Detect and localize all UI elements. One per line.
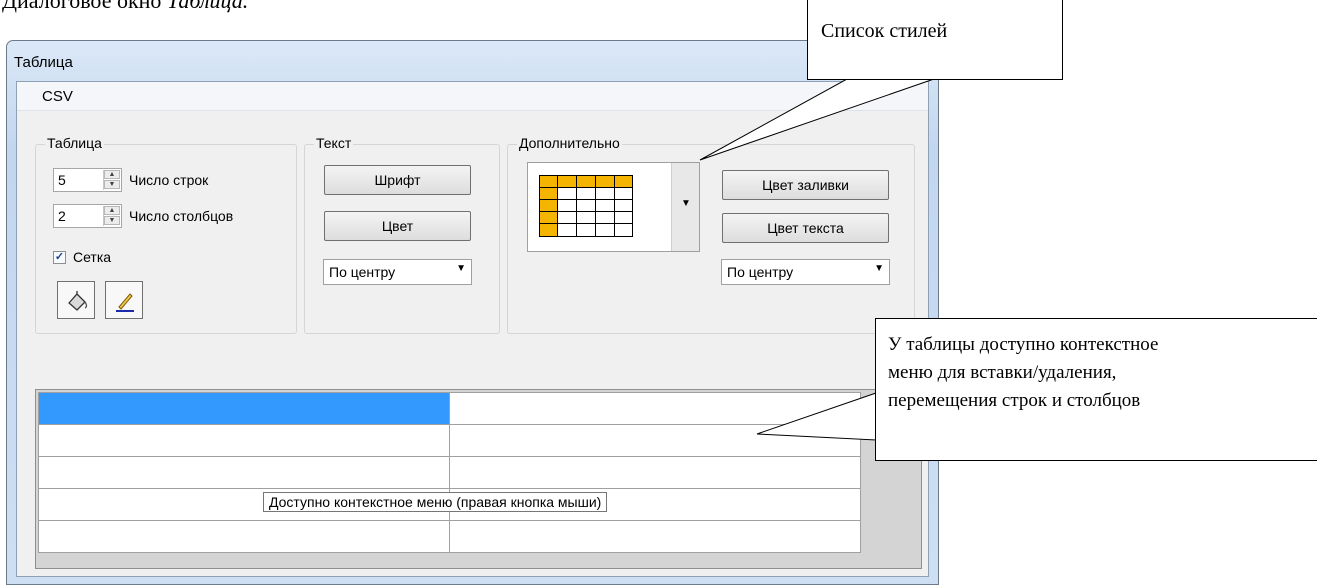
callout-context-line-1: У таблицы доступно контекстное xyxy=(888,334,1159,355)
callout-style-list-text: Список стилей xyxy=(821,20,948,42)
callout-context-line-2: меню для вставки/удаления, xyxy=(888,362,1117,383)
callout-style-list: Список стилей xyxy=(807,0,1063,80)
callout-context-line-3: перемещения строк и столбцов xyxy=(888,390,1141,411)
callout-context-menu: У таблицы доступно контекстное меню для … xyxy=(875,318,1317,461)
callout-pointers xyxy=(699,78,935,441)
